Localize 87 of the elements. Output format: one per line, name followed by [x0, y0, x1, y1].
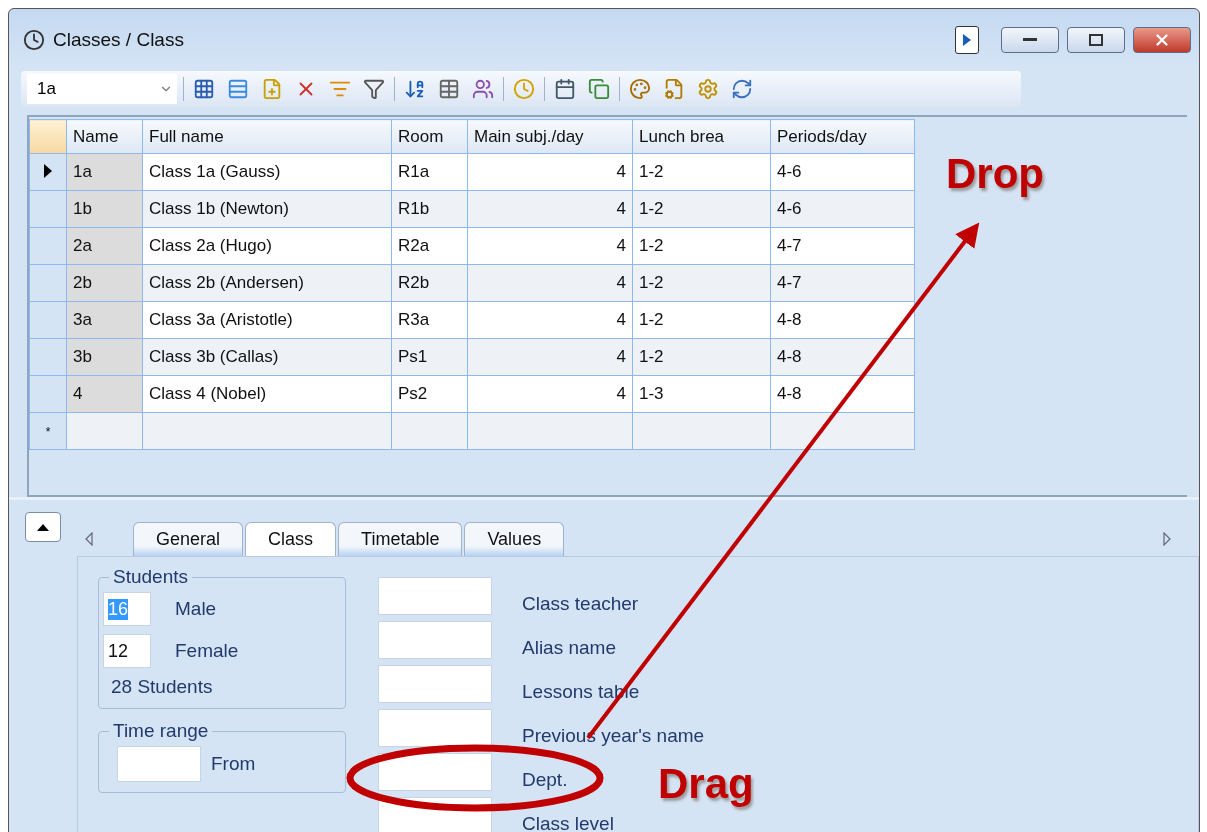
table-cell: Class 3a (Aristotle): [142, 301, 392, 339]
column-header[interactable]: Main subj./day: [467, 119, 633, 154]
table-cell: Class 1a (Gauss): [142, 153, 392, 191]
tab[interactable]: Class: [245, 522, 337, 556]
tab-right-icon[interactable]: [1163, 532, 1171, 546]
input-field[interactable]: [378, 621, 492, 659]
field-label: Male: [175, 598, 217, 620]
table-cell: Class 1b (Newton): [142, 190, 392, 228]
table-cell: 1-3: [632, 375, 771, 413]
tab-left-icon[interactable]: [85, 532, 93, 546]
collapse-icon: [37, 523, 49, 531]
play-button[interactable]: [955, 26, 979, 54]
table-cell: 3a: [66, 301, 143, 339]
tab[interactable]: Timetable: [338, 522, 463, 556]
table-cell: 1-2: [632, 338, 771, 376]
table-cell: 4: [467, 227, 633, 265]
table-cell: 4: [467, 375, 633, 413]
table-cell: 4-8: [770, 301, 915, 339]
number-field[interactable]: 12: [103, 634, 151, 668]
field-label: Female: [175, 640, 239, 662]
close-button[interactable]: [1133, 27, 1191, 53]
drag-annotation: Drag: [658, 760, 754, 808]
close-icon: [1153, 31, 1171, 49]
table-cell: 4-8: [770, 375, 915, 413]
tab[interactable]: Values: [464, 522, 565, 556]
input-field[interactable]: [117, 746, 201, 782]
field-label: Alias name: [522, 637, 616, 659]
column-header[interactable]: Full name: [142, 119, 392, 154]
table-cell: 4: [467, 301, 633, 339]
table-cell: 4-6: [770, 153, 915, 191]
table-cell: R3a: [391, 301, 468, 339]
table-cell: 4: [467, 153, 633, 191]
table-cell: Class 4 (Nobel): [142, 375, 392, 413]
table-cell: 4-6: [770, 190, 915, 228]
table-cell: 2a: [66, 227, 143, 265]
table-cell: 3b: [66, 338, 143, 376]
table-cell: 4: [467, 190, 633, 228]
table-cell: 4-7: [770, 264, 915, 302]
table-cell: Ps1: [391, 338, 468, 376]
table-cell: R1a: [391, 153, 468, 191]
table-cell: R2a: [391, 227, 468, 265]
table-cell: 1a: [66, 153, 143, 191]
table-cell: 4-7: [770, 227, 915, 265]
play-icon: [962, 33, 972, 47]
column-header[interactable]: Lunch brea: [632, 119, 771, 154]
table-cell: 1-2: [632, 227, 771, 265]
field-label: Class teacher: [522, 593, 639, 615]
table-cell: Class 3b (Callas): [142, 338, 392, 376]
table-cell: 1-2: [632, 190, 771, 228]
drop-annotation: Drop: [946, 150, 1044, 198]
field-label: From: [211, 753, 256, 775]
collapse-button[interactable]: [25, 512, 61, 542]
table-cell: 4: [467, 338, 633, 376]
maximize-icon: [1089, 34, 1103, 46]
minimize-icon: [1023, 38, 1037, 42]
class-combo-box[interactable]: 1a: [27, 74, 177, 104]
minimize-button[interactable]: [1001, 27, 1059, 53]
column-header[interactable]: Name: [66, 119, 143, 154]
column-header[interactable]: Room: [391, 119, 468, 154]
students-total: 28 Students: [110, 676, 214, 698]
input-field[interactable]: [378, 753, 492, 791]
table-cell: 1-2: [632, 264, 771, 302]
input-field[interactable]: [378, 665, 492, 703]
input-field[interactable]: [378, 709, 492, 747]
maximize-button[interactable]: [1067, 27, 1125, 53]
table-cell: R1b: [391, 190, 468, 228]
tab[interactable]: General: [133, 522, 244, 556]
table-cell: Class 2a (Hugo): [142, 227, 392, 265]
current-row-icon: [43, 162, 53, 179]
field-label: Dept.: [522, 769, 568, 791]
table-cell: Ps2: [391, 375, 468, 413]
clock-icon: [23, 29, 45, 51]
window-title: Classes / Class: [53, 29, 185, 51]
table-cell: 2b: [66, 264, 143, 302]
table-cell: 1-2: [632, 153, 771, 191]
table-cell: 1-2: [632, 301, 771, 339]
input-field[interactable]: [378, 577, 492, 615]
table-cell: R2b: [391, 264, 468, 302]
table-cell: 4-8: [770, 338, 915, 376]
table-cell: 4: [66, 375, 143, 413]
table-cell: 4: [467, 264, 633, 302]
field-label: Class level: [522, 813, 614, 832]
table-cell: Class 2b (Andersen): [142, 264, 392, 302]
column-header[interactable]: Periods/day: [770, 119, 915, 154]
new-row-marker: *: [29, 412, 67, 450]
field-label: Previous year's name: [522, 725, 705, 747]
table-cell: 1b: [66, 190, 143, 228]
